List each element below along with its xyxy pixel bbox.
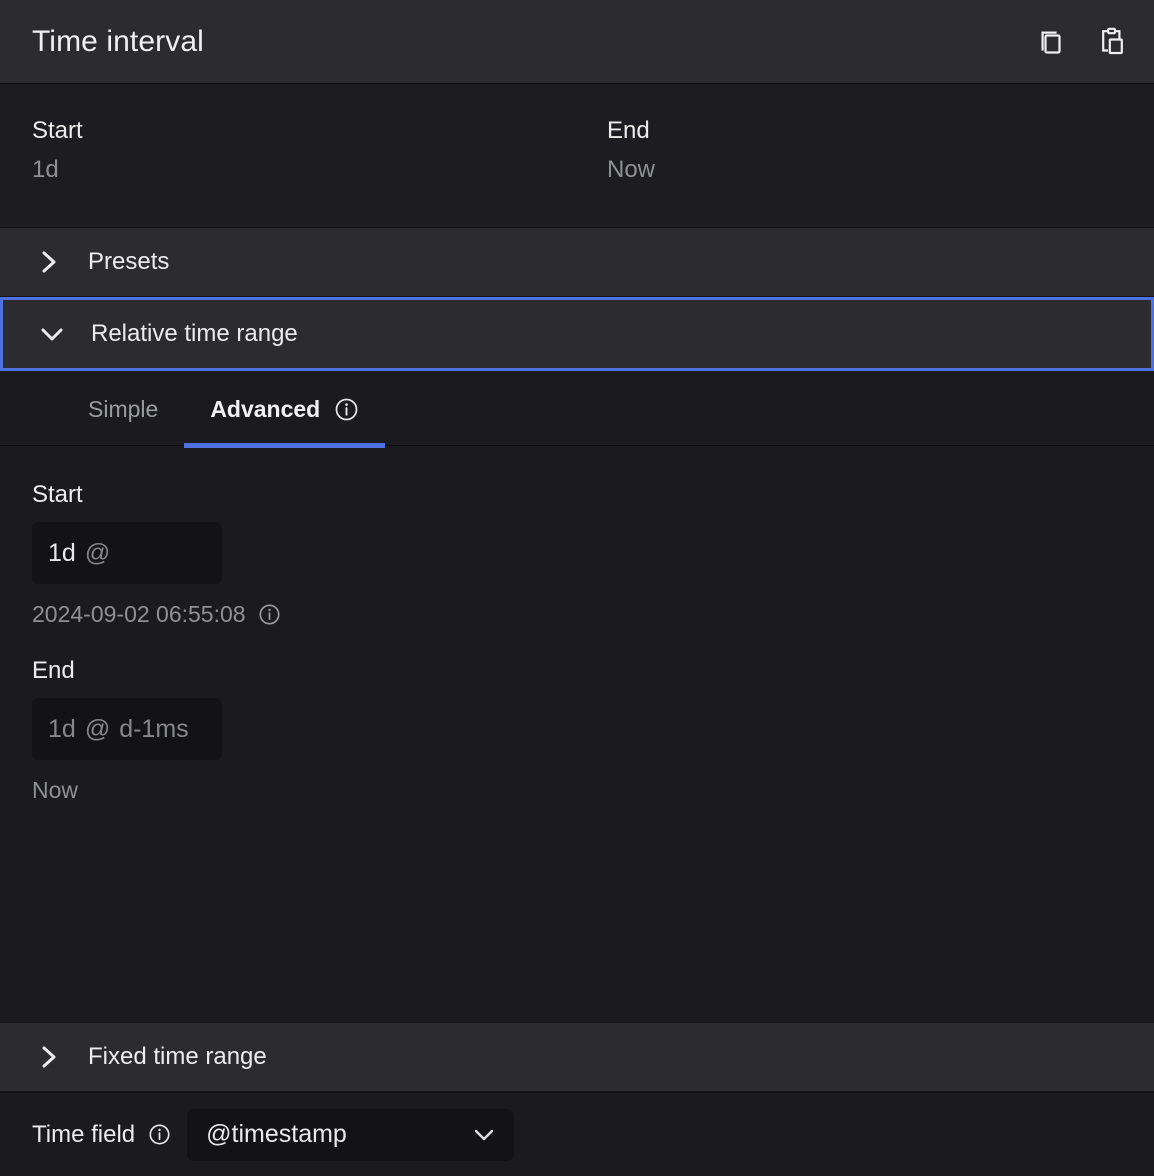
chevron-down-icon — [472, 1126, 496, 1144]
chevron-right-icon — [32, 249, 66, 275]
summary-start-value: 1d — [32, 154, 575, 186]
interval-summary: Start 1d End Now — [0, 84, 1154, 227]
end-input-placeholder-snap: d-1ms — [119, 715, 188, 744]
start-resolved-value: 2024-09-02 06:55:08 — [32, 599, 246, 629]
tab-advanced[interactable]: Advanced — [184, 376, 385, 448]
section-presets[interactable]: Presets — [0, 227, 1154, 297]
summary-end-label: End — [607, 114, 1117, 148]
section-relative-label: Relative time range — [91, 320, 298, 348]
time-field-row: Time field @timestamp — [0, 1092, 1154, 1176]
time-field-value: @timestamp — [206, 1120, 347, 1149]
copy-button[interactable] — [1034, 25, 1068, 59]
time-interval-panel: Time interval — [0, 0, 1154, 1176]
paste-button[interactable] — [1094, 25, 1128, 59]
start-input-value: 1d — [48, 539, 76, 568]
summary-start-label: Start — [32, 114, 575, 148]
section-fixed-label: Fixed time range — [88, 1043, 267, 1071]
tab-simple[interactable]: Simple — [62, 376, 184, 448]
info-icon[interactable] — [148, 1123, 171, 1146]
summary-end: End Now — [575, 114, 1117, 227]
start-input[interactable]: 1d @ — [32, 522, 222, 584]
relative-advanced-form: Start 1d @ 2024-09-02 06:55:08 End 1d @ … — [0, 446, 1154, 1022]
copy-icon — [1038, 28, 1064, 56]
section-relative-time-range[interactable]: Relative time range — [0, 297, 1154, 371]
relative-mode-tabs: Simple Advanced — [0, 371, 1154, 446]
start-field-label: Start — [32, 479, 1154, 511]
time-field-label: Time field — [32, 1121, 135, 1149]
start-input-hint: @ — [85, 539, 110, 568]
info-icon[interactable] — [334, 397, 359, 422]
summary-end-value: Now — [607, 154, 1117, 186]
end-input-placeholder-amount: 1d — [48, 715, 76, 744]
section-presets-label: Presets — [88, 248, 169, 276]
time-field-label-group: Time field — [32, 1121, 171, 1149]
end-input-placeholder-at: @ — [85, 715, 110, 744]
summary-start: Start 1d — [0, 114, 575, 227]
section-fixed-time-range[interactable]: Fixed time range — [0, 1022, 1154, 1092]
page-title: Time interval — [32, 25, 204, 59]
tab-advanced-label: Advanced — [210, 396, 320, 423]
end-field-label: End — [32, 655, 1154, 687]
tab-simple-label: Simple — [88, 396, 158, 423]
paste-icon — [1098, 27, 1124, 57]
start-resolved-timestamp: 2024-09-02 06:55:08 — [32, 599, 1154, 629]
time-field-select[interactable]: @timestamp — [187, 1109, 514, 1161]
end-input[interactable]: 1d @ d-1ms — [32, 698, 222, 760]
chevron-down-icon — [35, 323, 69, 345]
end-resolved-value: Now — [32, 775, 1154, 805]
panel-header: Time interval — [0, 0, 1154, 84]
chevron-right-icon — [32, 1044, 66, 1070]
header-actions — [1034, 25, 1128, 59]
info-icon[interactable] — [258, 603, 281, 626]
